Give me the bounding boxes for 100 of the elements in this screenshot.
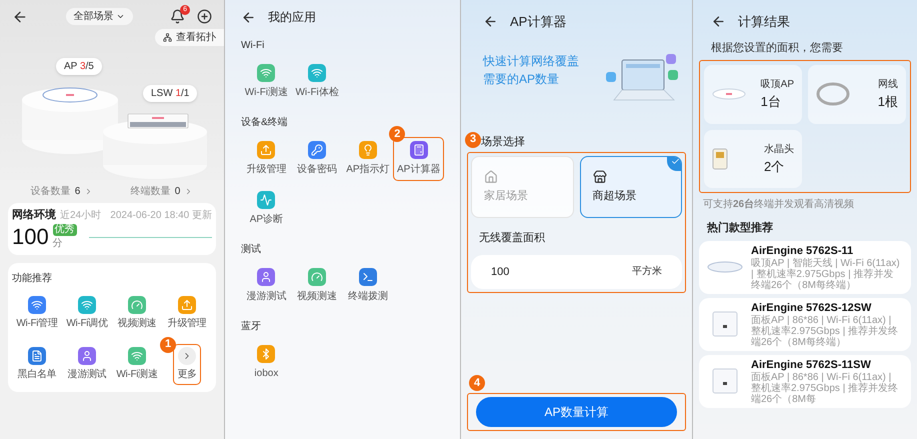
access-point-icon [712,88,746,100]
wifi-icon [257,64,276,82]
device-count-bubble: LSW 1/1 [143,85,198,102]
product-description: 吸顶AP | 智能天线 | Wi-Fi 6(11ax) | 整机速率2.975Gbps | 推荐并发终端26个（8M每终端） [751,258,901,290]
section-title: 设备&终端 [241,116,289,130]
step-badge: 2 [389,126,406,142]
bluetooth-icon [257,345,276,363]
app-item[interactable]: Wi-Fi测速 [242,61,292,103]
gauge-icon [128,296,146,314]
feature-item[interactable]: 漫游测试 [64,344,110,384]
back-icon[interactable] [241,10,256,24]
calculate-button[interactable]: AP数量计算 [476,397,677,427]
step-badge: 1 [160,336,176,352]
app-item[interactable]: 漫游测试 [243,265,290,307]
back-icon[interactable] [483,14,498,30]
back-icon[interactable] [711,14,726,30]
calculator-icon [410,141,428,159]
wifi-icon [308,64,326,82]
section-title: Wi-Fi [241,39,266,53]
feature-item[interactable]: Wi-Fi调优 [63,294,111,332]
page-title: 计算结果 [738,13,790,31]
feature-item[interactable]: 视频测速 [114,294,160,332]
caret-icon [116,12,124,21]
wifi-icon [28,296,46,314]
wifi-icon [78,296,96,314]
app-item[interactable]: 终端拨测 [344,265,391,307]
check-corner-icon [667,157,681,171]
scope-dropdown[interactable]: 全部场景 [66,8,132,25]
item-amount: 1根 [878,93,898,111]
terminal-icon [358,268,377,286]
document-icon [28,346,46,364]
area-field[interactable]: 100 平方米 [471,254,682,289]
upload-icon [178,296,196,314]
person-icon [257,268,276,286]
item-name: 网线 [878,78,898,92]
result-subtitle: 根据您设置的面积，您需要 [710,40,844,56]
section-title: 蓝牙 [241,320,262,334]
support-note: 可支持26台终端并发观看高清视频 [702,198,856,212]
wifi-icon [128,346,146,364]
network-period: 近24小时 [60,208,102,223]
feature-title: 功能推荐 [12,272,53,286]
grade-badge: 优秀 [52,224,77,236]
update-time: 2024-06-20 18:40 更新 [110,208,212,223]
network-score: 100 [12,224,49,250]
recommend-title: 热门款型推荐 [706,220,774,236]
feature-item[interactable]: Wi-Fi测速 [113,344,161,384]
app-item[interactable]: iobox [251,342,282,384]
scene-card[interactable]: 商超场景 [580,156,682,218]
pulse-icon [257,191,276,209]
notification-icon[interactable] [170,9,185,24]
tagline: 快速计算网络覆盖 [483,52,579,70]
product-description: 面板AP | 86*86 | Wi-Fi 6(11ax) | 整机速率2.975Gbps | 推荐并发终端26个（8M每 [751,372,900,404]
feature-item[interactable]: 黑白名单 [14,344,60,384]
more-chevron-icon [178,346,196,364]
network-title: 网络环境 [12,208,56,223]
product-name: AirEngine 5762S-12SW [751,300,872,314]
feature-item[interactable]: 升级管理 [164,294,210,332]
topology-button[interactable]: 查看拓扑 [155,29,224,46]
back-icon[interactable] [12,8,28,24]
page-title: AP计算器 [510,13,566,31]
house-icon [484,170,498,184]
page-title: 我的应用 [268,9,316,26]
access-point-icon [707,261,743,273]
scene-title: 场景选择 [481,134,526,150]
product-card[interactable]: AirEngine 5762S-11SW 面板AP | 86*86 | Wi-Fi 6(11ax) | 整机速率2.975Gbps | 推荐并发终端26个（8M每 [699,354,911,408]
step-badge: 4 [469,375,485,391]
connector-plug-icon [712,148,728,170]
app-item[interactable]: AP诊断 [246,188,286,230]
area-unit: 平方米 [632,264,662,280]
topology-icon [163,33,172,42]
product-card[interactable]: AirEngine 5762S-11 吸顶AP | 智能天线 | Wi-Fi 6(11ax) | 整机速率2.975Gbps | 推荐并发终端26个（8M每终端） [699,240,911,294]
lightbulb-icon [358,141,377,159]
product-name: AirEngine 5762S-11 [751,244,854,258]
tagline: 需要的AP数量 [483,70,560,88]
product-description: 面板AP | 86*86 | Wi-Fi 6(11ax) | 整机速率2.975Gbps | 推荐并发终端26个（8M每终端） [751,314,900,348]
person-icon [78,346,96,364]
step-badge: 3 [465,132,481,148]
device-count-bubble: AP 3/5 [56,58,102,75]
stat-value: 0 [174,185,180,199]
store-icon [592,170,606,184]
app-item[interactable]: 升级管理 [243,138,290,180]
app-item[interactable]: 视频测速 [294,265,340,307]
upload-icon [257,141,276,159]
stat-value: 6 [74,185,80,199]
product-name: AirEngine 5762S-11SW [751,358,872,372]
add-icon[interactable] [197,9,212,24]
app-item[interactable]: Wi-Fi体检 [292,61,342,103]
section-title: 测试 [241,242,262,257]
score-unit: 分 [52,236,64,250]
stat-label: 设备数量 [30,185,71,199]
feature-item[interactable]: Wi-Fi管理 [13,294,61,332]
product-card[interactable]: AirEngine 5762S-12SW 面板AP | 86*86 | Wi-Fi 6(11ax) | 整机速率2.975Gbps | 推荐并发终端26个（8M每终端） [699,298,911,350]
feature-item[interactable]: 更多 [174,344,200,384]
key-icon [308,141,326,159]
app-item[interactable]: 设备密码 [294,138,340,180]
item-name: 吸顶AP [760,78,794,92]
area-label: 无线覆盖面积 [478,230,546,246]
stat-label: 终端数量 [130,184,171,199]
item-amount: 1台 [760,93,782,111]
item-amount: 2个 [764,158,786,176]
